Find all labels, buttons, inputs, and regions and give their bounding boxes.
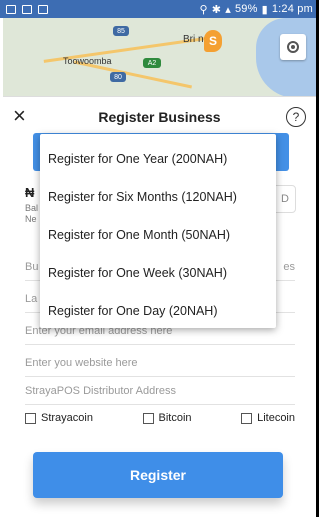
plan-option[interactable]: Register for One Month (50NAH) (40, 216, 276, 254)
checkbox-litecoin[interactable]: Litecoin (241, 412, 295, 424)
currency-symbol: ₦ (25, 185, 35, 200)
my-location-button[interactable] (280, 34, 306, 60)
business-name-placeholder: Bu (25, 260, 39, 273)
location-icon: ⚲ (199, 3, 208, 16)
coin-options: Strayacoin Bitcoin Litecoin (25, 408, 295, 428)
checkbox-label: Strayacoin (41, 412, 93, 424)
business-name-tail: es (283, 260, 295, 273)
checkbox-box[interactable] (25, 412, 36, 424)
balance-label: Bal (25, 203, 39, 213)
mail-icon (22, 4, 32, 14)
checkbox-label: Bitcoin (158, 412, 192, 424)
battery-icon: ▮ (261, 3, 268, 16)
plan-option[interactable]: Register for One Day (20NAH) (40, 292, 276, 330)
checkbox-label: Litecoin (257, 412, 295, 424)
close-icon[interactable]: × (13, 105, 26, 127)
map-view[interactable]: 85 A2 80 Toowoomba Bri ne S (3, 18, 316, 98)
locate-icon (287, 41, 299, 53)
sheet-header: × Register Business ? (3, 97, 316, 137)
map-pin-icon[interactable]: S (204, 30, 222, 52)
help-icon[interactable]: ? (286, 107, 306, 127)
page-title: Register Business (98, 109, 221, 125)
route-shield: A2 (143, 58, 161, 68)
checkbox-strayacoin[interactable]: Strayacoin (25, 412, 93, 424)
plan-option[interactable]: Register for One Week (30NAH) (40, 254, 276, 292)
location-placeholder: La (25, 292, 38, 305)
website-field[interactable]: Enter you website here (25, 349, 295, 377)
plan-option[interactable]: Register for Six Months (120NAH) (40, 178, 276, 216)
checkbox-box[interactable] (142, 412, 154, 424)
map-label-toowoomba: Toowoomba (63, 56, 112, 66)
calendar-icon (38, 4, 48, 14)
distributor-placeholder: StrayaPOS Distributor Address (25, 384, 177, 397)
bluetooth-icon: ✱ (211, 3, 222, 16)
app-screen: ⚲ ✱ ▴ 59% ▮ 1:24 pm 85 A2 80 Toowoomba B… (0, 0, 319, 517)
status-bar: ⚲ ✱ ▴ 59% ▮ 1:24 pm (0, 0, 316, 18)
battery-percent: 59% (234, 3, 258, 15)
distributor-address-field[interactable]: StrayaPOS Distributor Address (25, 377, 295, 405)
notification-icon (6, 4, 16, 14)
plan-option[interactable]: Register for One Year (200NAH) (40, 140, 276, 178)
website-placeholder: Enter you website here (25, 356, 138, 369)
checkbox-bitcoin[interactable]: Bitcoin (142, 412, 192, 424)
route-shield: 80 (110, 72, 126, 82)
checkbox-box[interactable] (241, 412, 253, 424)
register-button[interactable]: Register (33, 452, 283, 498)
signal-icon: ▴ (225, 3, 231, 16)
route-shield: 85 (113, 26, 129, 36)
plan-dropdown-menu: Register for One Year (200NAH) Register … (40, 134, 276, 328)
clock: 1:24 pm (271, 3, 313, 15)
balance-sub: Ne (25, 214, 37, 224)
